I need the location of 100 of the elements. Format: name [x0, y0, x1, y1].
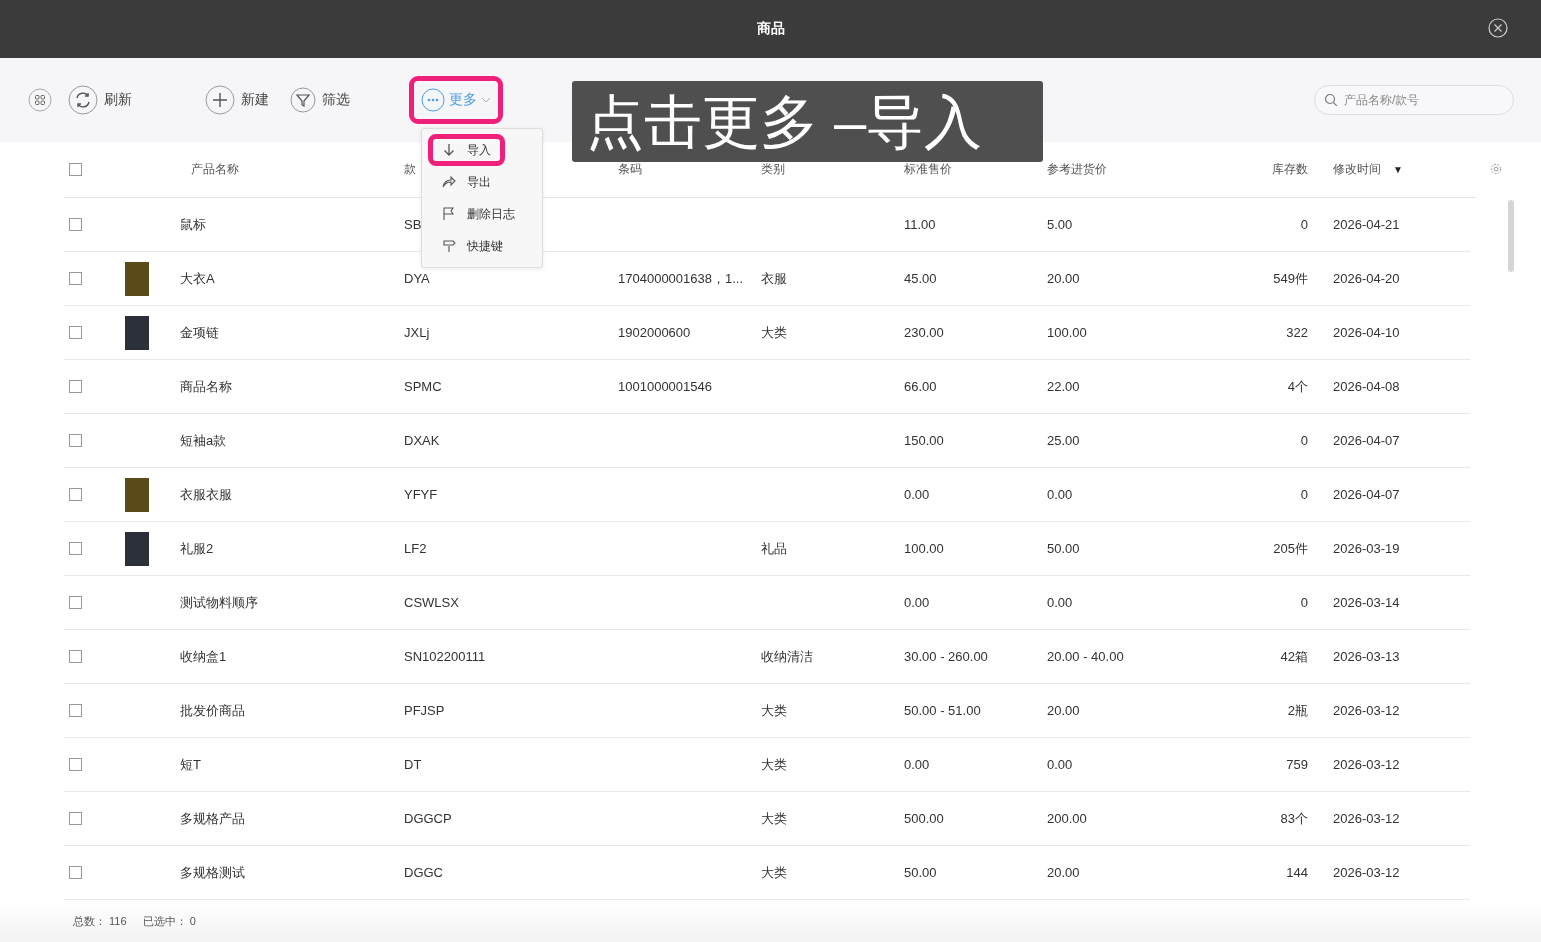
table-cell: 50.00 - 51.00: [904, 703, 981, 718]
checkbox[interactable]: [69, 812, 82, 825]
add-button[interactable]: 新建: [193, 73, 281, 127]
footer-stat: 总数： 116: [73, 914, 127, 929]
checkbox[interactable]: [69, 218, 82, 231]
table-cell: 22.00: [1047, 379, 1080, 394]
table-cell: 礼服2: [180, 539, 214, 558]
table-cell: YFYF: [404, 487, 438, 502]
table-cell: 2026-03-12: [1333, 703, 1400, 718]
refresh-button[interactable]: 刷新: [56, 73, 144, 127]
table-cell: 大类: [761, 755, 787, 774]
table-cell: 2026-03-12: [1333, 811, 1400, 826]
column-header[interactable]: 修改时间: [1333, 162, 1381, 176]
annotation-callout: 点击更多 –导入: [572, 81, 1043, 162]
checkbox[interactable]: [69, 758, 82, 771]
table-cell: 2026-03-12: [1333, 865, 1400, 880]
table-cell: 收纳盒1: [180, 647, 227, 666]
column-header[interactable]: 参考进货价: [1047, 162, 1107, 176]
checkbox[interactable]: [69, 650, 82, 663]
column-header[interactable]: 类别: [761, 162, 785, 176]
checkbox[interactable]: [69, 488, 82, 501]
menu-item[interactable]: 导出: [428, 166, 505, 198]
table-cell: 2026-04-20: [1333, 271, 1400, 286]
table-cell: CSWLSX: [404, 595, 459, 610]
footer-stat: 已选中： 0: [142, 914, 196, 929]
table-cell: DGGCP: [404, 811, 452, 826]
table-cell: 多规格产品: [180, 809, 245, 828]
table-cell: 0.00: [1047, 595, 1073, 610]
table-cell: 5.00: [1047, 217, 1073, 232]
checkbox[interactable]: [69, 542, 82, 555]
table-cell: PFJSP: [404, 703, 445, 718]
checkbox[interactable]: [69, 326, 82, 339]
table-cell: 2026-03-14: [1333, 595, 1400, 610]
table-cell: 2026-04-21: [1333, 217, 1400, 232]
flag-icon: [442, 207, 456, 221]
checkbox[interactable]: [69, 704, 82, 717]
menu-item[interactable]: 快捷键: [428, 230, 516, 262]
table-cell: 759: [1286, 757, 1308, 772]
table-cell: 2026-03-13: [1333, 649, 1400, 664]
table-cell: 多规格测试: [180, 863, 245, 882]
column-header[interactable]: 款: [404, 162, 416, 176]
table-cell: 0: [1300, 487, 1308, 502]
table-cell: 100.00: [1047, 325, 1087, 340]
table-cell: 商品名称: [180, 377, 232, 396]
menu-item[interactable]: 导入: [428, 134, 505, 166]
refresh-icon: [68, 85, 98, 115]
table-cell: 1001000001546: [618, 379, 712, 394]
signpost-icon: [442, 239, 456, 253]
table-cell: 2026-04-07: [1333, 433, 1400, 448]
checkbox[interactable]: [69, 272, 82, 285]
checkbox[interactable]: [69, 434, 82, 447]
table-cell: DYA: [404, 271, 430, 286]
close-icon[interactable]: [1488, 18, 1508, 38]
table-cell: 大类: [761, 701, 787, 720]
table-cell: 0.00: [904, 757, 930, 772]
column-header[interactable]: 标准售价: [904, 162, 952, 176]
table-cell: 大衣A: [180, 269, 215, 288]
table-cell: 50.00: [1047, 541, 1080, 556]
checkbox[interactable]: [69, 866, 82, 879]
filter-icon: [290, 87, 316, 113]
filter-button[interactable]: 筛选: [278, 75, 362, 125]
table-cell: 322: [1286, 325, 1308, 340]
table-cell: DT: [404, 757, 422, 772]
table-cell: 11.00: [904, 217, 936, 232]
window-title: 商品: [756, 20, 785, 38]
table-cell: 20.00: [1047, 865, 1080, 880]
table-cell: 20.00 - 40.00: [1047, 649, 1124, 664]
table-cell: 鼠标: [180, 215, 206, 234]
table-cell: 大类: [761, 863, 787, 882]
table-cell: 66.00: [904, 379, 937, 394]
table-cell: 1902000600: [618, 325, 691, 340]
table-cell: 0: [1300, 595, 1308, 610]
search-icon: [1324, 93, 1338, 107]
table-cell: 测试物料顺序: [180, 593, 258, 612]
table-cell: 金项链: [180, 323, 219, 342]
table-cell: 衣服: [761, 269, 787, 288]
grid-view-icon[interactable]: [28, 88, 52, 112]
table-cell: 2瓶: [1287, 701, 1308, 720]
column-header[interactable]: 产品名称: [191, 162, 239, 176]
menu-item[interactable]: 删除日志: [428, 198, 528, 230]
down-arrow-icon: [442, 143, 456, 157]
table-cell: DGGC: [404, 865, 443, 880]
search-field[interactable]: 产品名称/款号: [1314, 85, 1514, 115]
checkbox[interactable]: [69, 163, 82, 176]
table-cell: 2026-04-07: [1333, 487, 1400, 502]
sort-indicator[interactable]: ▼: [1393, 164, 1403, 175]
table-cell: 衣服衣服: [180, 485, 232, 504]
caret-icon: [481, 95, 491, 105]
checkbox[interactable]: [69, 596, 82, 609]
settings-icon[interactable]: [1490, 163, 1502, 175]
table-cell: 42箱: [1280, 647, 1308, 666]
column-header[interactable]: 条码: [618, 162, 642, 176]
checkbox[interactable]: [69, 380, 82, 393]
table-cell: 100.00: [904, 541, 944, 556]
scrollbar[interactable]: [1508, 200, 1514, 272]
table-cell: 大类: [761, 323, 787, 342]
table-cell: 1704000001638，1...: [618, 269, 744, 288]
table-cell: 205件: [1273, 539, 1308, 558]
column-header[interactable]: 库存数: [1272, 162, 1308, 176]
table-cell: SPMC: [404, 379, 442, 394]
